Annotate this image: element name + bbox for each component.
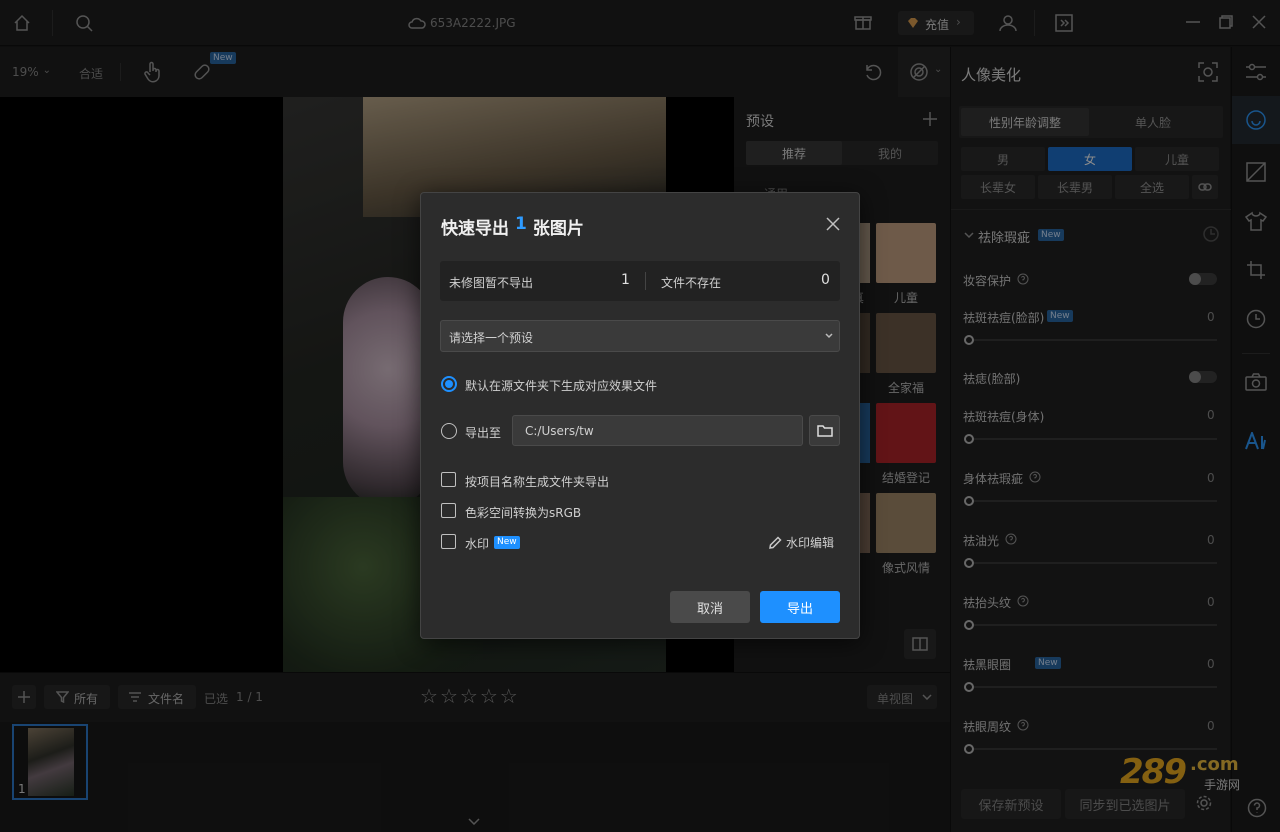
- missing-file-count: 0: [821, 272, 830, 288]
- preset-select-value: 请选择一个预设: [449, 331, 534, 345]
- folder-icon: [817, 424, 833, 437]
- new-badge: New: [494, 536, 520, 549]
- not-edited-count: 1: [621, 272, 630, 288]
- not-edited-label: 未修图暂不导出: [449, 276, 534, 290]
- radio-default-label: 默认在源文件夹下生成对应效果文件: [465, 379, 658, 393]
- radio-default[interactable]: [441, 376, 457, 392]
- radio-export-to-label: 导出至: [465, 426, 502, 440]
- cancel-button[interactable]: 取消: [670, 591, 750, 623]
- export-path-input[interactable]: C:/Users/tw: [512, 415, 803, 446]
- dialog-title: 快速导出 1 张图片: [441, 214, 584, 239]
- quick-export-dialog: 快速导出 1 张图片 未修图暂不导出 1 文件不存在 0 请选择一个预设 默认在…: [420, 192, 860, 639]
- checkbox-project-folder[interactable]: [441, 472, 456, 487]
- browse-folder-button[interactable]: [809, 415, 840, 446]
- close-icon[interactable]: [826, 217, 840, 231]
- export-stats: 未修图暂不导出 1 文件不存在 0: [440, 261, 840, 301]
- edit-watermark-link[interactable]: 水印编辑: [768, 534, 834, 551]
- radio-export-to[interactable]: [441, 423, 457, 439]
- pencil-icon: [768, 535, 782, 550]
- checkbox-watermark-label: 水印: [465, 537, 490, 551]
- dialog-title-prefix: 快速导出: [441, 219, 509, 239]
- export-button[interactable]: 导出: [760, 591, 840, 623]
- checkbox-project-folder-label: 按项目名称生成文件夹导出: [465, 475, 610, 489]
- chevron-down-icon: [825, 333, 833, 339]
- missing-file-label: 文件不存在: [661, 276, 722, 290]
- checkbox-srgb-label: 色彩空间转换为sRGB: [465, 506, 582, 520]
- export-path-value: C:/Users/tw: [525, 424, 594, 438]
- checkbox-watermark[interactable]: [441, 534, 456, 549]
- checkbox-srgb[interactable]: [441, 503, 456, 518]
- edit-watermark-label: 水印编辑: [786, 536, 835, 550]
- dialog-title-count: 1: [515, 214, 527, 234]
- dialog-title-suffix: 张图片: [532, 219, 584, 239]
- preset-select[interactable]: 请选择一个预设: [440, 320, 840, 352]
